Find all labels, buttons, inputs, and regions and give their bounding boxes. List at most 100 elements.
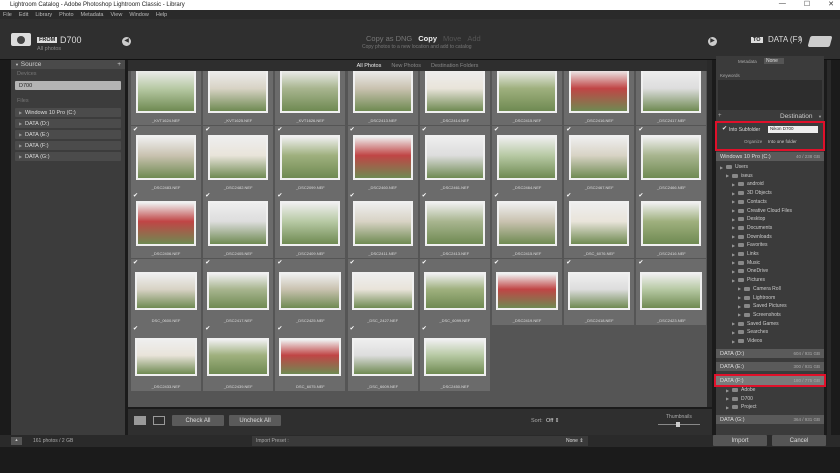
collapse-destination-icon[interactable]: ▼ (818, 114, 822, 119)
metadata-dropdown[interactable]: None (764, 58, 784, 64)
mode-copy[interactable]: Copy (418, 34, 437, 43)
mode-move[interactable]: Move (443, 34, 461, 43)
include-checkbox[interactable]: ✔ (566, 259, 571, 266)
include-checkbox[interactable]: ✔ (494, 192, 499, 199)
right-scrollbar[interactable] (827, 60, 831, 435)
include-checkbox[interactable]: ✔ (422, 325, 427, 332)
cancel-button[interactable]: Cancel (772, 435, 826, 446)
keywords-field[interactable] (718, 80, 822, 110)
photo-thumbnail[interactable]: ✔ _DSC_6609.NEF (347, 325, 418, 391)
include-checkbox[interactable]: ✔ (566, 192, 571, 199)
folder-item[interactable]: ▶ Creative Cloud Files (732, 207, 792, 215)
import-preset-dropdown[interactable]: None ⇕ (566, 438, 584, 444)
photo-thumbnail[interactable]: ✔ _DSC2413.NEF (419, 192, 490, 258)
include-checkbox[interactable]: ✔ (566, 126, 571, 133)
tab-new-photos[interactable]: New Photos (391, 63, 421, 69)
include-checkbox[interactable]: ✔ (494, 126, 499, 133)
photo-thumbnail[interactable]: ✔ _DSC_6099.NEF (419, 258, 490, 325)
photo-thumbnail[interactable]: ✔ _DSC2409.NEF (275, 192, 346, 258)
drive-f[interactable]: ▶ DATA (F:) (15, 141, 121, 150)
photo-thumbnail[interactable]: ✔ _DSC2415.NEF (492, 192, 562, 258)
folder-item[interactable]: ▶ Documents (732, 224, 772, 232)
photo-thumbnail[interactable]: ✔_KVT1624.NEF (131, 71, 201, 125)
include-checkbox[interactable]: ✔ (205, 259, 210, 266)
grid-view-icon[interactable] (134, 416, 146, 425)
include-checkbox[interactable]: ✔ (638, 126, 643, 133)
include-checkbox[interactable]: ✔ (205, 192, 210, 199)
photo-thumbnail[interactable]: ✔ _DSC2466.NEF (636, 125, 707, 192)
dest-dropdown-icon[interactable]: ⇕ (797, 35, 803, 43)
mode-copy-dng[interactable]: Copy as DNG (366, 34, 412, 43)
include-checkbox[interactable]: ✔ (638, 259, 643, 266)
folder-item[interactable]: ▶ Saved Pictures (738, 302, 787, 310)
folder-item[interactable]: ▶ OneDrive (732, 267, 768, 275)
include-checkbox[interactable]: ✔ (133, 192, 138, 199)
photo-thumbnail[interactable]: ✔ _DSC2461.NEF (419, 125, 490, 192)
photo-thumbnail[interactable]: ✔ _DSC2417.NEF (203, 258, 274, 325)
photo-thumbnail[interactable]: ✔ _DSC_2427.NEF (347, 258, 418, 325)
sort-dropdown[interactable]: Off ⇕ (546, 418, 559, 424)
drive-e[interactable]: ▶ DATA (E:) (15, 130, 121, 139)
folder-item[interactable]: ▶ Desktop (732, 215, 765, 223)
maximize-button[interactable]: ☐ (804, 0, 810, 10)
collapse-icon[interactable]: ▲ (11, 437, 22, 445)
photo-thumbnail[interactable]: ✔_DSC2414.NEF (419, 71, 490, 125)
volume-e[interactable]: DATA (E:) 300 / 931 GB (716, 362, 824, 371)
tab-destination-folders[interactable]: Destination Folders (431, 63, 478, 69)
folder-item[interactable]: ▶ Links (732, 250, 759, 258)
menu-metadata[interactable]: Metadata (81, 12, 104, 18)
include-checkbox[interactable]: ✔ (277, 259, 282, 266)
include-checkbox[interactable]: ✔ (277, 325, 282, 332)
folder-item[interactable]: ▶ Favorites (732, 241, 768, 249)
folder-item[interactable]: ▶ Pictures (732, 276, 765, 284)
include-checkbox[interactable]: ✔ (205, 126, 210, 133)
volume-c[interactable]: Windows 10 Pro (C:) 40 / 238 GB (716, 152, 824, 161)
check-all-button[interactable]: Check All (172, 415, 224, 426)
add-destination-icon[interactable]: + (718, 113, 722, 119)
include-checkbox[interactable]: ✔ (133, 126, 138, 133)
photo-thumbnail[interactable]: ✔ _DSC2418.NEF (564, 258, 635, 325)
folder-item[interactable]: ▶ Contacts (732, 198, 767, 206)
folder-item[interactable]: ▶ Searches (732, 328, 768, 336)
include-checkbox[interactable]: ✔ (422, 192, 427, 199)
include-checkbox[interactable]: ✔ (350, 325, 355, 332)
photo-thumbnail[interactable]: ✔ _DSC2423.NEF (636, 258, 707, 325)
photo-thumbnail[interactable]: ✔ DSC_6075.NEF (275, 325, 346, 391)
grid-scrollbar[interactable] (707, 60, 712, 407)
thumbnail-size-slider[interactable] (658, 422, 700, 427)
folder-item[interactable]: ▶ D700 (726, 395, 753, 403)
photo-thumbnail[interactable]: ✔ _DSC2464.NEF (492, 125, 562, 192)
photo-thumbnail[interactable]: ✔ _DSC_6076.NEF (564, 192, 635, 258)
include-checkbox[interactable]: ✔ (277, 126, 282, 133)
photo-thumbnail[interactable]: ✔ _DSC2433.NEF (131, 325, 201, 391)
volume-g[interactable]: DATA (G:) 364 / 931 GB (716, 415, 824, 424)
photo-thumbnail[interactable]: ✔ _DSC2460.NEF (347, 125, 418, 192)
tab-all-photos[interactable]: All Photos (357, 63, 382, 69)
source-panel-header[interactable]: ▼ Source + (11, 60, 125, 69)
include-checkbox[interactable]: ✔ (133, 259, 138, 266)
folder-item[interactable]: ▶ Downloads (732, 233, 772, 241)
photo-thumbnail[interactable]: ✔ _DSC2099.NEF (275, 125, 346, 192)
folder-item[interactable]: ▶ Videos (732, 337, 762, 345)
folder-item[interactable]: ▶ Camera Roll (738, 285, 781, 293)
folder-item[interactable]: ▶ android (732, 180, 764, 188)
close-button[interactable]: ✕ (828, 0, 834, 10)
include-checkbox[interactable]: ✔ (350, 259, 355, 266)
include-checkbox[interactable]: ✔ (350, 126, 355, 133)
minimize-button[interactable]: — (779, 0, 786, 10)
include-checkbox[interactable]: ✔ (277, 192, 282, 199)
include-checkbox[interactable]: ✔ (422, 126, 427, 133)
photo-thumbnail[interactable]: ✔_KVT1626.NEF (275, 71, 346, 125)
menu-view[interactable]: View (110, 12, 122, 18)
photo-thumbnail[interactable]: ✔ _DSC2416.NEF (636, 192, 707, 258)
drive-c[interactable]: ▶ Windows 10 Pro (C:) (15, 108, 121, 117)
uncheck-all-button[interactable]: Uncheck All (229, 415, 281, 426)
include-checkbox[interactable]: ✔ (422, 259, 427, 266)
include-checkbox[interactable]: ✔ (205, 325, 210, 332)
photo-thumbnail[interactable]: ✔ _DSC2406.NEF (131, 192, 201, 258)
include-checkbox[interactable]: ✔ (133, 325, 138, 332)
folder-item[interactable]: ▶ Screenshots (738, 311, 781, 319)
include-checkbox[interactable]: ✔ (494, 259, 499, 266)
photo-thumbnail[interactable]: ✔ _DSC2482.NEF (203, 125, 274, 192)
photo-thumbnail[interactable]: ✔ _DSC2483.NEF (131, 125, 201, 192)
